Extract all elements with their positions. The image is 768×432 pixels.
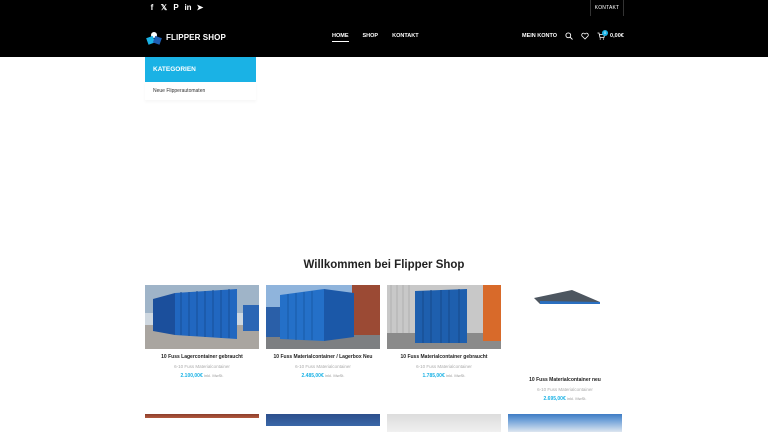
cart-total[interactable]: 0,00€	[610, 33, 624, 39]
product-image[interactable]	[387, 414, 501, 432]
social-links: f 𝕏 P in ➤	[148, 4, 204, 12]
kontakt-top-link[interactable]: KONTAKT	[590, 0, 624, 16]
product-image[interactable]	[145, 414, 259, 432]
product-image[interactable]	[145, 285, 259, 349]
nav-kontakt[interactable]: KONTAKT	[392, 33, 418, 42]
linkedin-icon[interactable]: in	[184, 4, 192, 12]
category-title: KATEGORIEN	[145, 57, 256, 82]
product-category[interactable]: 6-10 Fuss Materialcontainer	[266, 364, 380, 369]
product-category[interactable]: 6-10 Fuss Materialcontainer	[387, 364, 501, 369]
telegram-icon[interactable]: ➤	[196, 4, 204, 12]
facebook-icon[interactable]: f	[148, 4, 156, 12]
product-price: 2.485,00€ inkl. MwSt.	[266, 373, 380, 379]
nav-shop[interactable]: SHOP	[363, 33, 379, 42]
heart-icon[interactable]	[581, 32, 589, 40]
product-name[interactable]: 10 Fuss Materialcontainer neu	[508, 377, 622, 383]
x-icon[interactable]: 𝕏	[160, 4, 168, 12]
cart-count-badge: 0	[602, 30, 608, 36]
product-image[interactable]	[266, 414, 380, 432]
logo-icon	[146, 32, 162, 45]
main-nav: HOME SHOP KONTAKT	[332, 33, 419, 42]
header-tools: MEIN KONTO 0 0,00€	[522, 30, 624, 40]
nav-home[interactable]: HOME	[332, 33, 349, 42]
product-name[interactable]: 10 Fuss Lagercontainer gebraucht	[145, 354, 259, 360]
product-card[interactable]: 10 Fuss Materialcontainer gebraucht 6-10…	[387, 285, 501, 402]
product-category[interactable]: 6-10 Fuss Materialcontainer	[145, 364, 259, 369]
price-value: 1.785,00€	[422, 373, 445, 379]
product-image[interactable]	[508, 414, 622, 432]
price-value: 2.695,00€	[543, 396, 566, 402]
price-tax: inkl. MwSt.	[325, 373, 345, 378]
logo-text: FLIPPER SHOP	[166, 32, 226, 42]
price-tax: inkl. MwSt.	[204, 373, 224, 378]
product-card[interactable]: 10 Fuss Lagercontainer gebraucht 6-10 Fu…	[145, 285, 259, 402]
price-value: 2.485,00€	[301, 373, 324, 379]
category-item[interactable]: Neue Flipperautomaten	[145, 82, 256, 100]
search-icon[interactable]	[565, 32, 573, 40]
product-price: 1.785,00€ inkl. MwSt.	[387, 373, 501, 379]
product-name[interactable]: 10 Fuss Materialcontainer / Lagerbox Neu	[266, 354, 380, 360]
product-image[interactable]	[387, 285, 501, 349]
product-image[interactable]	[508, 285, 622, 372]
product-name[interactable]: 10 Fuss Materialcontainer gebraucht	[387, 354, 501, 360]
product-card[interactable]: 10 Fuss Materialcontainer / Lagerbox Neu…	[266, 285, 380, 402]
account-link[interactable]: MEIN KONTO	[522, 33, 557, 39]
category-sidebar: KATEGORIEN Neue Flipperautomaten	[145, 57, 256, 100]
welcome-heading: Willkommen bei Flipper Shop	[303, 259, 465, 271]
logo[interactable]: FLIPPER SHOP	[146, 29, 226, 45]
pinterest-icon[interactable]: P	[172, 4, 180, 12]
product-category[interactable]: 6-10 Fuss Materialcontainer	[508, 387, 622, 392]
product-price: 2.695,00€ inkl. MwSt.	[508, 396, 622, 402]
price-tax: inkl. MwSt.	[567, 396, 587, 401]
product-card[interactable]: 10 Fuss Materialcontainer neu 6-10 Fuss …	[508, 285, 622, 402]
product-grid: 10 Fuss Lagercontainer gebraucht 6-10 Fu…	[145, 285, 622, 402]
price-tax: inkl. MwSt.	[446, 373, 466, 378]
product-price: 2.100,00€ inkl. MwSt.	[145, 373, 259, 379]
product-grid-row-2	[145, 414, 622, 432]
price-value: 2.100,00€	[180, 373, 203, 379]
header: f 𝕏 P in ➤ KONTAKT FLIPPER SHOP HOME SHO…	[0, 0, 768, 57]
product-image[interactable]	[266, 285, 380, 349]
